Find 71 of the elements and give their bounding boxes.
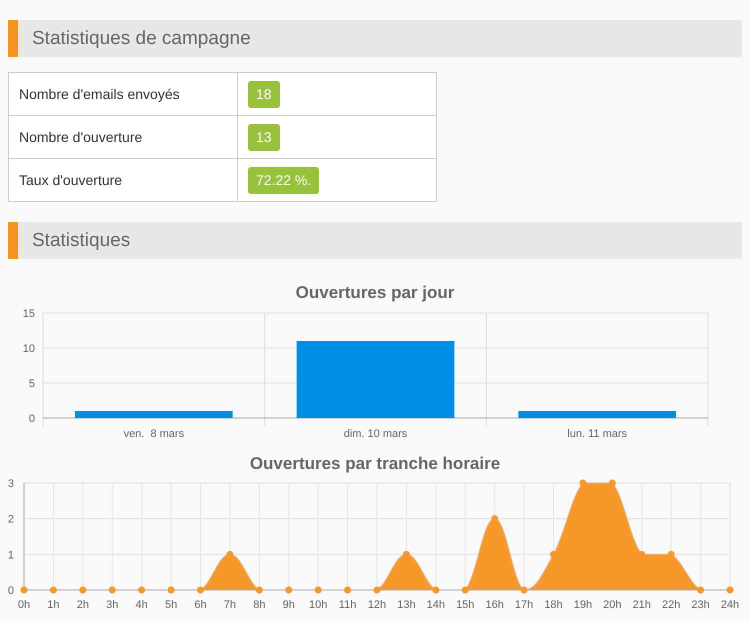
axis-tick-label: 11h — [338, 599, 356, 611]
data-point — [314, 586, 322, 594]
axis-tick-label: 5h — [164, 599, 178, 611]
axis-tick-label: 12h — [368, 599, 386, 611]
section-title: Statistiques — [8, 222, 742, 259]
axis-tick-label: 7h — [224, 599, 236, 611]
data-point — [432, 586, 440, 594]
data-point — [374, 586, 380, 594]
data-point — [520, 586, 528, 594]
data-point — [168, 586, 175, 594]
axis-tick-label: 1 — [8, 549, 14, 562]
axis-tick-label: 4h — [136, 599, 148, 611]
data-point — [197, 586, 204, 594]
axis-tick-label: ven. 8 mars — [124, 428, 184, 440]
data-point — [638, 550, 646, 558]
axis-tick-label: 3 — [8, 478, 14, 490]
stat-label: Taux d'ouverture — [8, 158, 238, 202]
axis-tick-label: 14h — [426, 599, 446, 611]
axis-tick-label: 8h — [253, 599, 266, 611]
axis-tick-label: 2 — [8, 514, 14, 526]
axis-tick-label: 21h — [632, 599, 651, 611]
axis-tick-label: 23h — [691, 599, 710, 611]
data-point — [256, 586, 263, 594]
stat-value: 72.22 %. — [248, 166, 320, 194]
axis-tick-label: 10 — [22, 343, 35, 355]
axis-tick-label: 15h — [456, 599, 474, 611]
chart-title: Ouvertures par jour — [296, 282, 454, 304]
axis-tick-label: 2h — [76, 599, 89, 611]
stat-label: Nombre d'ouverture — [8, 116, 238, 158]
axis-tick-label: 6h — [194, 599, 207, 611]
axis-tick-label: 20h — [603, 599, 622, 611]
data-point — [462, 586, 469, 594]
data-point — [50, 586, 57, 594]
axis-tick-label: 17h — [514, 599, 534, 611]
axis-tick-label: 22h — [662, 599, 680, 611]
data-point — [726, 586, 734, 594]
axis-tick-label: lun. 11 mars — [567, 428, 628, 440]
axis-tick-label: 1h — [47, 599, 60, 611]
axis-tick-label: 13h — [397, 599, 416, 611]
section-title: Statistiques de campagne — [8, 20, 742, 57]
axis-tick-label: 0 — [28, 413, 35, 425]
data-point — [20, 586, 28, 594]
data-point — [79, 586, 86, 594]
axis-tick-label: 18h — [544, 599, 563, 611]
data-point — [491, 515, 498, 522]
axis-tick-label: 16h — [485, 599, 504, 611]
axis-tick-label: 15 — [22, 308, 35, 320]
data-point — [579, 480, 586, 486]
stat-value: 18 — [248, 80, 280, 108]
data-point — [226, 550, 234, 558]
axis-tick-label: 0h — [18, 599, 30, 611]
data-point — [344, 586, 352, 594]
data-point — [550, 550, 557, 558]
axis-tick-label: 10h — [308, 599, 328, 611]
axis-tick-label: 9h — [282, 599, 295, 611]
stat-label: Nombre d'emails envoyés — [8, 72, 238, 116]
axis-tick-label: 19h — [574, 599, 592, 611]
data-point — [608, 480, 616, 486]
stat-value: 13 — [248, 124, 280, 150]
data-point — [402, 550, 410, 558]
axis-tick-label: 0 — [8, 585, 14, 597]
axis-tick-label: dim. 10 mars — [344, 428, 408, 440]
axis-tick-label: 5 — [28, 378, 35, 390]
data-point — [108, 586, 116, 594]
axis-tick-label: 3h — [106, 599, 118, 611]
chart-title: Ouvertures par tranche horaire — [250, 453, 500, 475]
axis-tick-label: 24h — [720, 599, 740, 611]
data-point — [138, 586, 146, 594]
data-point — [668, 550, 675, 558]
data-point — [697, 586, 704, 594]
data-point — [285, 586, 292, 594]
